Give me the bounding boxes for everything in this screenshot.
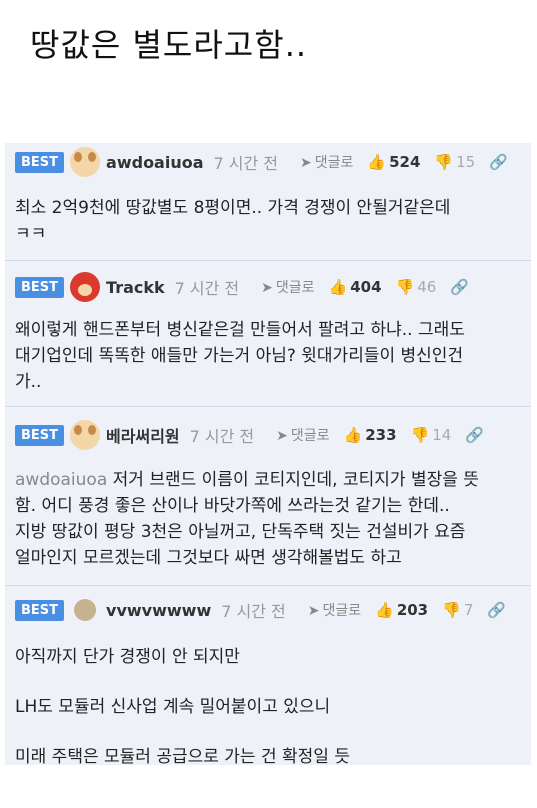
best-badge: BEST (15, 151, 65, 173)
dislike-count: 7 (463, 601, 474, 619)
dislike-count: 46 (417, 278, 437, 296)
like-count: 203 (396, 601, 429, 619)
comment-item: BEST vvwvwwww 7 시간 전 ➤ 댓글로 👍 203 👎 7 🔗 아직까지… (5, 586, 531, 765)
comment-body: 왜이렇게 핸드폰부터 병신같은걸 만들어서 팔려고 하냐.. 그래도 대기업인데… (15, 317, 521, 395)
comment-body: 아직까지 단가 경쟁이 안 되지만 LH도 모듈러 신사업 계속 밀어붙이고 있… (15, 644, 521, 765)
comment-line: 왜이렇게 핸드폰부터 병신같은걸 만들어서 팔려고 하냐.. 그래도 (15, 320, 465, 340)
timestamp: 7 시간 전 (189, 427, 255, 446)
reply-label: 댓글로 (322, 603, 362, 619)
thumbs-up-icon: 👍 (343, 426, 363, 444)
comment-line: 대기업인데 똑똑한 애들만 가는거 아님? 윗대가리들이 병신인건 (15, 346, 464, 366)
dislike-count: 14 (432, 426, 452, 444)
reply-button[interactable]: ➤ 댓글로 (261, 277, 314, 297)
timestamp: 7 시간 전 (221, 602, 286, 621)
dislike-button[interactable]: 👎 46 (396, 278, 437, 296)
comment-item: BEST awdoaiuoa 7 시간 전 ➤ 댓글로 👍 524 👎 15 🔗 최소… (5, 143, 531, 261)
comment-meta: BEST awdoaiuoa 7 시간 전 ➤ 댓글로 👍 524 👎 15 🔗 (15, 147, 508, 177)
comment-line: ㅋㅋ (15, 224, 47, 244)
comment-line: 가.. (15, 372, 42, 392)
reply-label: 댓글로 (275, 280, 315, 296)
thumbs-down-icon: 👎 (410, 426, 430, 444)
comment-item: BEST 베라써리원 7 시간 전 ➤ 댓글로 👍 233 👎 14 🔗 awdoai… (5, 407, 531, 586)
like-button[interactable]: 👍 233 (344, 426, 397, 444)
dislike-button[interactable]: 👎 15 (434, 153, 475, 171)
username[interactable]: vvwvwwww (106, 601, 211, 620)
thumbs-down-icon: 👎 (395, 278, 415, 296)
dislike-count: 15 (456, 153, 476, 171)
thumbs-up-icon: 👍 (375, 601, 394, 619)
mention-link[interactable]: awdoaiuoa (15, 470, 107, 490)
link-icon[interactable]: 🔗 (487, 601, 506, 619)
thumbs-up-icon: 👍 (367, 153, 387, 171)
comment-line: 함. 어디 풍경 좋은 산이나 바닷가쪽에 쓰라는것 같기는 한데.. (15, 496, 450, 516)
comment-body: 최소 2억9천에 땅값별도 8평이면.. 가격 경쟁이 안될거같은데 ㅋㅋ (15, 195, 521, 247)
best-badge: BEST (15, 599, 65, 621)
avatar[interactable] (70, 272, 101, 302)
comment-meta: BEST 베라써리원 7 시간 전 ➤ 댓글로 👍 233 👎 14 🔗 (15, 420, 484, 450)
comment-body: awdoaiuoa 저거 브랜드 이름이 코티지인데, 코티지가 별장을 뜻 함… (15, 467, 521, 571)
timestamp: 7 시간 전 (174, 279, 240, 298)
thumbs-up-icon: 👍 (328, 278, 348, 296)
avatar[interactable] (70, 420, 101, 450)
username[interactable]: 베라써리원 (106, 423, 180, 447)
reply-button[interactable]: ➤ 댓글로 (276, 425, 329, 445)
comment-paragraph: 아직까지 단가 경쟁이 안 되지만 (15, 647, 240, 667)
comment-line: 얼마인지 모르겠는데 그것보다 싸면 생각해볼법도 하고 (15, 548, 402, 568)
comment-text: 저거 브랜드 이름이 코티지인데, 코티지가 별장을 뜻 (107, 470, 479, 490)
dislike-button[interactable]: 👎 14 (411, 426, 452, 444)
like-count: 404 (350, 278, 382, 296)
link-icon[interactable]: 🔗 (465, 426, 484, 444)
like-count: 524 (389, 153, 421, 171)
reply-button[interactable]: ➤ 댓글로 (300, 152, 353, 172)
link-icon[interactable]: 🔗 (489, 153, 508, 171)
thumbs-down-icon: 👎 (434, 153, 454, 171)
like-count: 233 (365, 426, 397, 444)
like-button[interactable]: 👍 404 (329, 278, 382, 296)
reply-label: 댓글로 (314, 155, 354, 171)
username[interactable]: Trackk (106, 278, 165, 297)
comment-meta: BEST Trackk 7 시간 전 ➤ 댓글로 👍 404 👎 46 🔗 (15, 272, 469, 302)
comment-item: BEST Trackk 7 시간 전 ➤ 댓글로 👍 404 👎 46 🔗 왜이렇게 … (5, 261, 531, 407)
reply-button[interactable]: ➤ 댓글로 (308, 600, 361, 620)
comment-line: 최소 2억9천에 땅값별도 8평이면.. 가격 경쟁이 안될거같은데 (15, 198, 451, 218)
like-button[interactable]: 👍 524 (367, 153, 420, 171)
send-icon: ➤ (261, 280, 273, 296)
dislike-button[interactable]: 👎 7 (442, 601, 473, 619)
timestamp: 7 시간 전 (213, 154, 279, 173)
comment-meta: BEST vvwvwwww 7 시간 전 ➤ 댓글로 👍 203 👎 7 🔗 (15, 596, 506, 624)
username[interactable]: awdoaiuoa (106, 153, 203, 172)
comment-paragraph: LH도 모듈러 신사업 계속 밀어붙이고 있으니 (15, 697, 331, 717)
reply-label: 댓글로 (290, 428, 330, 444)
link-icon[interactable]: 🔗 (450, 278, 469, 296)
send-icon: ➤ (276, 428, 288, 444)
like-button[interactable]: 👍 203 (375, 601, 428, 619)
avatar[interactable] (70, 147, 101, 177)
comment-line: 지방 땅값이 평당 3천은 아닐꺼고, 단독주택 짓는 건설비가 요즘 (15, 522, 466, 542)
comment-feed: BEST awdoaiuoa 7 시간 전 ➤ 댓글로 👍 524 👎 15 🔗 최소… (5, 143, 531, 765)
comment-paragraph: 미래 주택은 모듈러 공급으로 가는 건 확정일 듯 (15, 747, 350, 765)
best-badge: BEST (15, 424, 65, 446)
send-icon: ➤ (307, 603, 320, 619)
thumbs-down-icon: 👎 (442, 601, 461, 619)
avatar[interactable] (74, 599, 97, 621)
page-title: 땅값은 별도라고함.. (30, 26, 308, 64)
best-badge: BEST (15, 276, 65, 298)
comment-line: awdoaiuoa 저거 브랜드 이름이 코티지인데, 코티지가 별장을 뜻 (15, 467, 521, 493)
send-icon: ➤ (300, 155, 312, 171)
